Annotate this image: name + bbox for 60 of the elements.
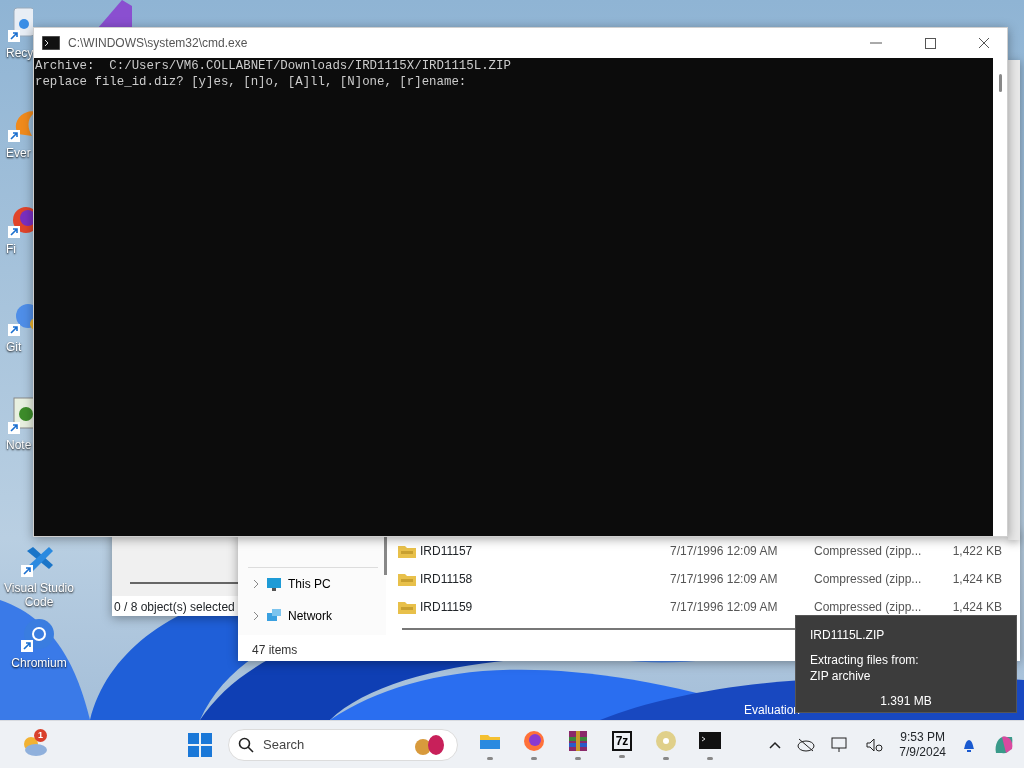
icon-label: Git	[6, 340, 22, 355]
console-line: replace file_id.diz? [y]es, [n]o, [A]ll, [N]one, [r]ename:	[35, 74, 468, 90]
nav-label: Network	[288, 608, 332, 625]
file-size: 1,424 KB	[951, 599, 1002, 616]
cloud-offline-icon[interactable]	[797, 737, 816, 752]
recycle-bin-icon[interactable]	[6, 4, 33, 44]
file-name[interactable]: IRD11159	[420, 598, 670, 616]
windows-logo-icon	[188, 732, 212, 757]
zip-folder-icon	[398, 600, 416, 614]
icon-label: Chromium	[11, 656, 67, 671]
file-size: 1,424 KB	[951, 571, 1002, 588]
file-date: 7/17/1996 12:09 AM	[670, 599, 779, 616]
icon-label: Note	[6, 438, 32, 453]
console-line: Archive: C:/Users/VM6.COLLABNET/Downloads/IRD1115X/IRD1115L.ZIP	[35, 58, 512, 74]
nav-item[interactable]: This PC	[238, 568, 337, 600]
nav-label: This PC	[288, 576, 331, 593]
file-size: 1,422 KB	[951, 543, 1002, 560]
chevron-icon	[252, 579, 260, 589]
status-text: 47 items	[252, 642, 298, 659]
notification-text: Extracting files from:	[810, 652, 920, 668]
zip-folder-icon	[398, 572, 416, 586]
icon-label: Recy	[6, 46, 34, 61]
network-icon[interactable]	[831, 736, 850, 753]
archive-icon[interactable]	[566, 729, 590, 753]
pc-icon	[266, 576, 282, 592]
search-field[interactable]: Search	[228, 728, 458, 761]
zip-folder-icon	[398, 544, 416, 558]
browser-icon[interactable]	[522, 729, 546, 753]
icon-label: Visual Studio Code	[3, 581, 75, 610]
file-name[interactable]: IRD11157	[420, 542, 670, 560]
notification-size: 1.391 MB	[879, 693, 933, 710]
maximize-icon	[924, 37, 936, 49]
nav-item[interactable]: Network	[238, 600, 338, 632]
window-title: C:\WINDOWS\system32\cmd.exe	[68, 35, 249, 52]
file-type: Compressed (zipp...	[814, 599, 923, 616]
archive-app-button[interactable]: 7z	[611, 731, 633, 751]
file-type: Compressed (zipp...	[814, 571, 923, 588]
status-text: 0 / 8 object(s) selected	[114, 600, 235, 614]
icon-label: Ever	[6, 146, 31, 161]
clock-time[interactable]: 9:53 PM	[899, 729, 946, 745]
close-icon	[979, 38, 989, 48]
chevron-icon	[252, 611, 260, 621]
file-date: 7/17/1996 12:09 AM	[670, 543, 779, 560]
search-icon	[238, 736, 254, 753]
scrollbar-thumb[interactable]	[999, 74, 1002, 92]
file-name[interactable]: IRD11158	[420, 570, 670, 588]
clock-date[interactable]: 7/9/2024	[899, 744, 946, 760]
network-icon	[266, 608, 282, 624]
file-type: Compressed (zipp...	[814, 543, 923, 560]
chevron-up-icon[interactable]	[769, 740, 782, 749]
notification-text: ZIP archive	[810, 668, 872, 684]
evaluation-text: Evaluation	[744, 702, 801, 719]
file-date: 7/17/1996 12:09 AM	[670, 571, 779, 588]
console-icon	[42, 36, 60, 50]
volume-muted-icon[interactable]	[865, 736, 884, 753]
minimize-icon	[870, 42, 882, 44]
icon-label: Fi	[6, 242, 16, 257]
notification-badge: 1	[34, 728, 47, 742]
notification-title: IRD1115L.ZIP	[810, 627, 886, 644]
fruit-icon	[412, 732, 446, 757]
